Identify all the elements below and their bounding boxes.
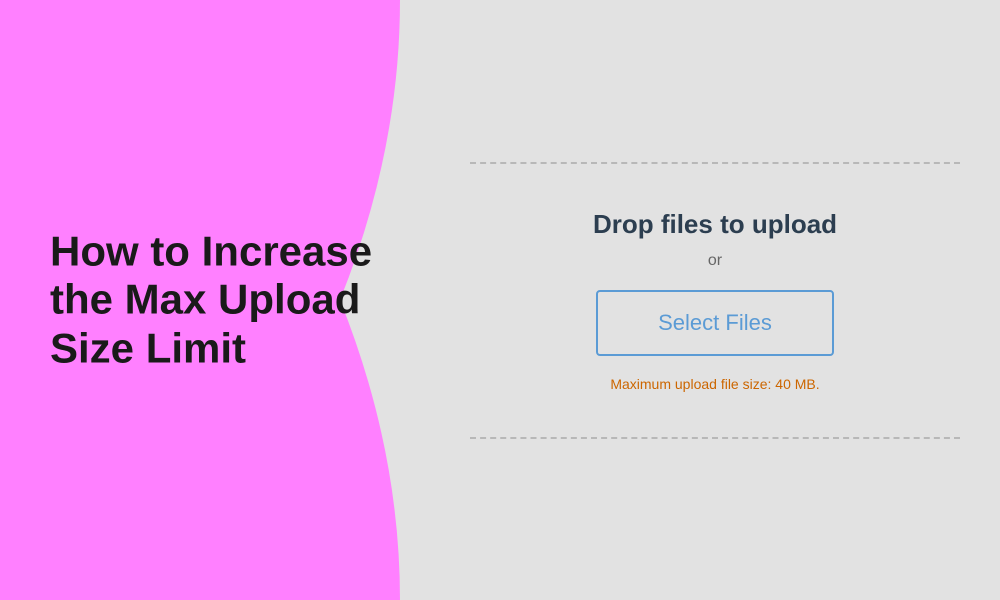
page-heading: How to Increase the Max Upload Size Limi… [50, 228, 390, 373]
max-size-label: Maximum upload file size: 40 MB. [610, 376, 819, 392]
bottom-dashed-line [470, 437, 960, 439]
or-label: or [708, 252, 722, 270]
left-content: How to Increase the Max Upload Size Limi… [50, 228, 390, 373]
upload-dropzone: Drop files to upload or Select Files Max… [593, 189, 837, 412]
top-dashed-line [470, 162, 960, 164]
select-files-button[interactable]: Select Files [596, 290, 834, 356]
page-layout: How to Increase the Max Upload Size Limi… [0, 0, 1000, 600]
drop-text: Drop files to upload [593, 209, 837, 240]
right-content: Drop files to upload or Select Files Max… [430, 0, 1000, 600]
